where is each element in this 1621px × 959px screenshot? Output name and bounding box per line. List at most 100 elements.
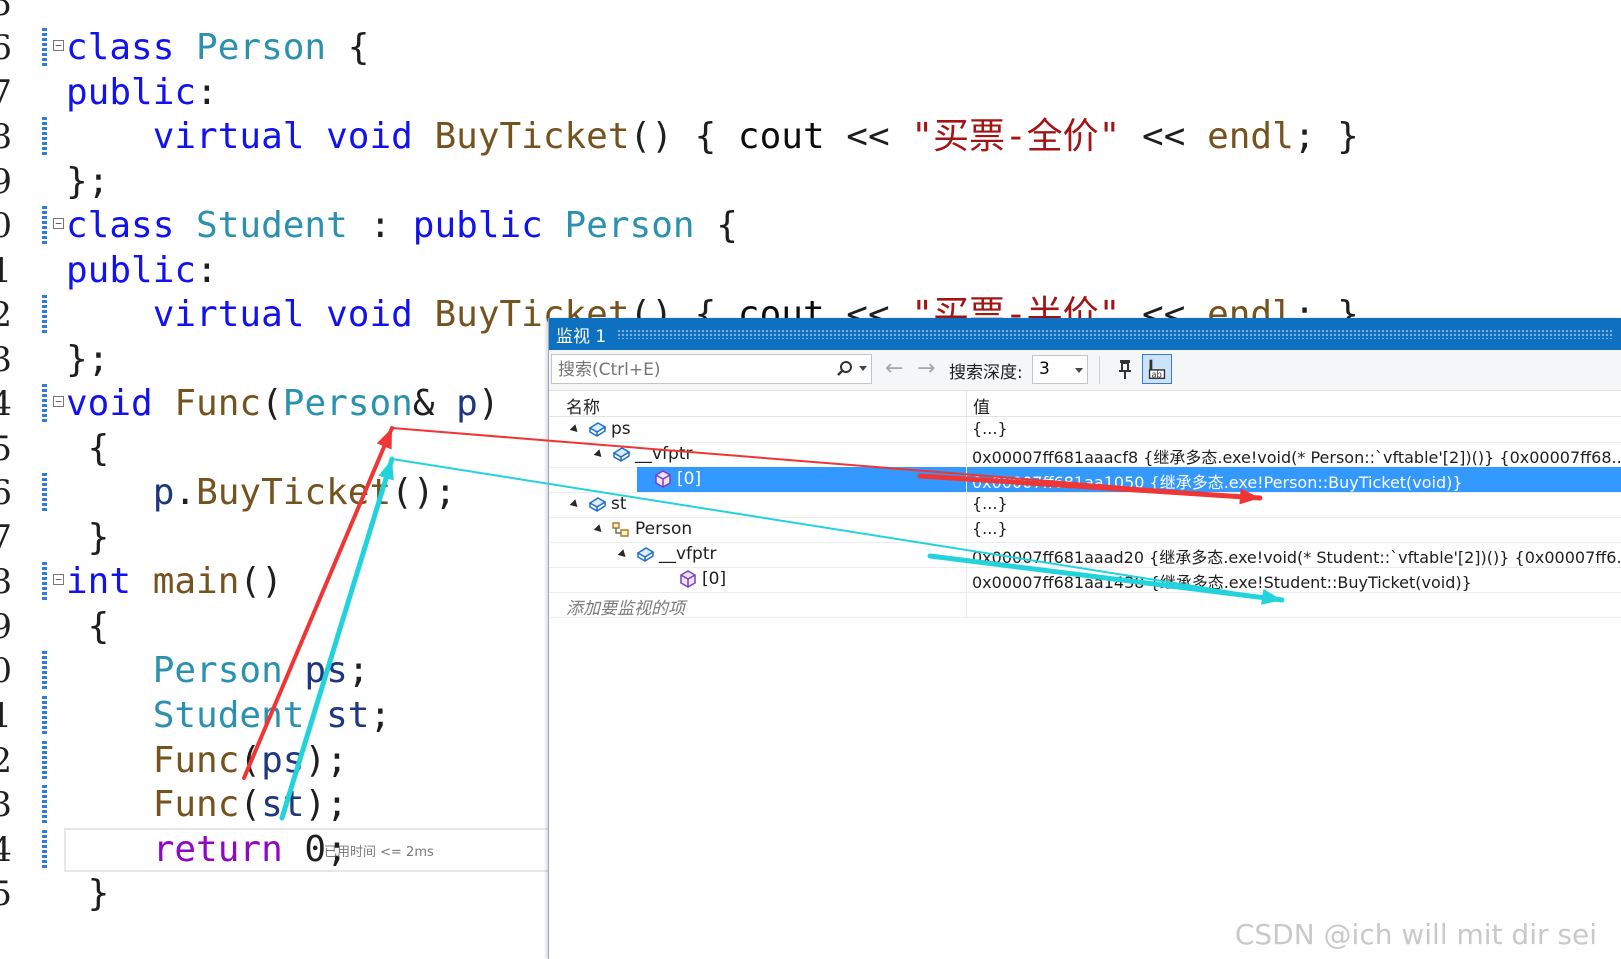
fold-toggle-icon[interactable]: − bbox=[53, 396, 64, 407]
watch-item-value[interactable]: 0x00007ff681aa1050 {继承多态.exe!Person::Buy… bbox=[972, 469, 1463, 493]
hex-display-icon[interactable]: ab bbox=[1142, 354, 1172, 384]
search-depth-select[interactable]: 3 bbox=[1032, 355, 1088, 384]
toolbar-separator bbox=[1099, 356, 1100, 384]
watch-item-value[interactable]: 0x00007ff681aa1438 {继承多态.exe!Student::Bu… bbox=[972, 569, 1472, 593]
line-number: 1 bbox=[0, 696, 12, 736]
expand-arrow-icon[interactable] bbox=[569, 499, 581, 510]
watch-row[interactable]: __vfptr 0x00007ff681aaad20 {继承多态.exe!void… bbox=[549, 542, 1621, 568]
watch-item-value[interactable]: {...} bbox=[972, 494, 1008, 513]
code-token: Person bbox=[282, 383, 413, 424]
code-token: { bbox=[66, 428, 110, 469]
fold-toggle-icon[interactable]: − bbox=[53, 218, 64, 229]
code-token: st bbox=[261, 784, 305, 825]
watch-toolbar: ← → 搜索深度: 3 ab bbox=[549, 350, 1621, 391]
code-token: endl bbox=[1207, 116, 1294, 157]
change-marker bbox=[42, 473, 47, 513]
code-text: public: bbox=[66, 70, 218, 116]
line-number: 9 bbox=[0, 162, 12, 202]
add-watch-placeholder[interactable]: 添加要监视的项 bbox=[566, 594, 685, 619]
watermark: CSDN @ich will mit dir sei bbox=[1234, 918, 1597, 951]
fold-toggle-icon[interactable]: − bbox=[53, 40, 64, 51]
search-forward-icon[interactable]: → bbox=[917, 356, 935, 381]
watch-row[interactable]: [0] 0x00007ff681aa1438 {继承多态.exe!Student:… bbox=[549, 567, 1621, 593]
column-divider bbox=[966, 442, 967, 467]
line-number: 5 bbox=[0, 874, 12, 914]
watch-row[interactable]: st {...} bbox=[549, 492, 1621, 518]
line-number: 9 bbox=[0, 607, 12, 647]
watch-row[interactable]: __vfptr 0x00007ff681aaacf8 {继承多态.exe!void… bbox=[549, 442, 1621, 468]
code-text: Func(st); bbox=[66, 782, 348, 828]
change-marker bbox=[42, 562, 47, 602]
watch-title: 监视 1 bbox=[556, 327, 607, 347]
watch-item-name: [0] bbox=[677, 469, 702, 489]
search-box[interactable] bbox=[551, 354, 872, 384]
watch-title-bar[interactable]: 监视 1 bbox=[549, 318, 1621, 350]
code-text: public: bbox=[66, 248, 218, 294]
column-divider bbox=[966, 567, 967, 592]
change-marker bbox=[42, 295, 47, 335]
add-watch-row[interactable]: 添加要监视的项 bbox=[549, 592, 1621, 619]
watch-row[interactable]: [0] 0x00007ff681aa1050 {继承多态.exe!Person::… bbox=[549, 467, 1621, 493]
watch-window[interactable]: 监视 1 ← → 搜索深度: 3 ab bbox=[548, 318, 1621, 959]
search-options-icon[interactable] bbox=[859, 366, 867, 371]
search-input[interactable] bbox=[556, 357, 825, 383]
watch-item-value[interactable]: {...} bbox=[972, 419, 1008, 438]
code-token: & bbox=[412, 383, 457, 424]
code-line[interactable]: 9}; bbox=[0, 159, 1621, 205]
column-splitter[interactable] bbox=[966, 390, 967, 416]
cube-icon bbox=[655, 470, 671, 488]
code-token: Student bbox=[196, 205, 348, 246]
expand-arrow-icon[interactable] bbox=[617, 549, 629, 560]
search-back-icon[interactable]: ← bbox=[885, 356, 903, 381]
code-token: ( bbox=[239, 784, 262, 825]
column-divider bbox=[966, 592, 967, 617]
code-line[interactable]: 8 virtual void BuyTicket() { cout << "买票… bbox=[0, 114, 1621, 160]
column-name-header[interactable]: 名称 bbox=[566, 393, 600, 418]
code-line[interactable]: 6 − class Person { bbox=[0, 25, 1621, 71]
expand-arrow-icon[interactable] bbox=[593, 524, 605, 535]
line-number: 6 bbox=[0, 473, 12, 513]
line-number: 5 bbox=[0, 429, 12, 469]
watch-row[interactable]: Person {...} bbox=[549, 517, 1621, 543]
line-number: 2 bbox=[0, 741, 12, 781]
line-number: 5 bbox=[0, 0, 12, 24]
line-number: 3 bbox=[0, 785, 12, 825]
code-line[interactable]: 5 bbox=[0, 0, 1621, 27]
line-number: 4 bbox=[0, 384, 12, 424]
code-token: class bbox=[66, 205, 197, 246]
code-token: ) bbox=[477, 383, 500, 424]
column-value-header[interactable]: 值 bbox=[973, 393, 990, 418]
code-token: p bbox=[456, 383, 478, 424]
code-token: main bbox=[152, 561, 240, 602]
code-token: public bbox=[66, 72, 197, 113]
code-token: return bbox=[66, 829, 305, 870]
code-token: : bbox=[196, 250, 218, 291]
pin-icon[interactable] bbox=[1112, 356, 1138, 382]
watch-item-value[interactable]: {...} bbox=[972, 519, 1008, 538]
watch-item-value[interactable]: 0x00007ff681aaad20 {继承多态.exe!void(* Stud… bbox=[972, 544, 1621, 568]
code-token: st bbox=[326, 695, 370, 736]
fold-toggle-icon[interactable]: − bbox=[53, 574, 64, 585]
code-token: { bbox=[326, 27, 370, 68]
code-text: Person ps; bbox=[66, 648, 370, 694]
watch-item-value[interactable]: 0x00007ff681aaacf8 {继承多态.exe!void(* Pers… bbox=[972, 444, 1621, 468]
watch-row[interactable]: ps {...} bbox=[549, 417, 1621, 443]
search-depth-label: 搜索深度: bbox=[949, 363, 1023, 383]
code-token: ; bbox=[369, 695, 392, 736]
line-number: 3 bbox=[0, 340, 12, 380]
code-text: virtual void BuyTicket() { cout << "买票-全… bbox=[66, 114, 1359, 160]
expand-arrow-icon[interactable] bbox=[593, 449, 605, 460]
search-icon[interactable] bbox=[835, 359, 855, 379]
code-line[interactable]: 0 − class Student : public Person { bbox=[0, 203, 1621, 249]
object-icon bbox=[636, 547, 655, 562]
line-number: 2 bbox=[0, 295, 12, 335]
code-line[interactable]: 1 public: bbox=[0, 248, 1621, 294]
expand-arrow-icon[interactable] bbox=[569, 424, 581, 435]
code-line[interactable]: 7 public: bbox=[0, 70, 1621, 116]
change-marker bbox=[42, 651, 47, 691]
code-token: }; bbox=[66, 161, 110, 202]
code-token: ps bbox=[304, 650, 348, 691]
code-token: Person bbox=[564, 205, 695, 246]
code-token: virtual bbox=[66, 294, 327, 335]
code-text: int main() bbox=[66, 559, 283, 605]
